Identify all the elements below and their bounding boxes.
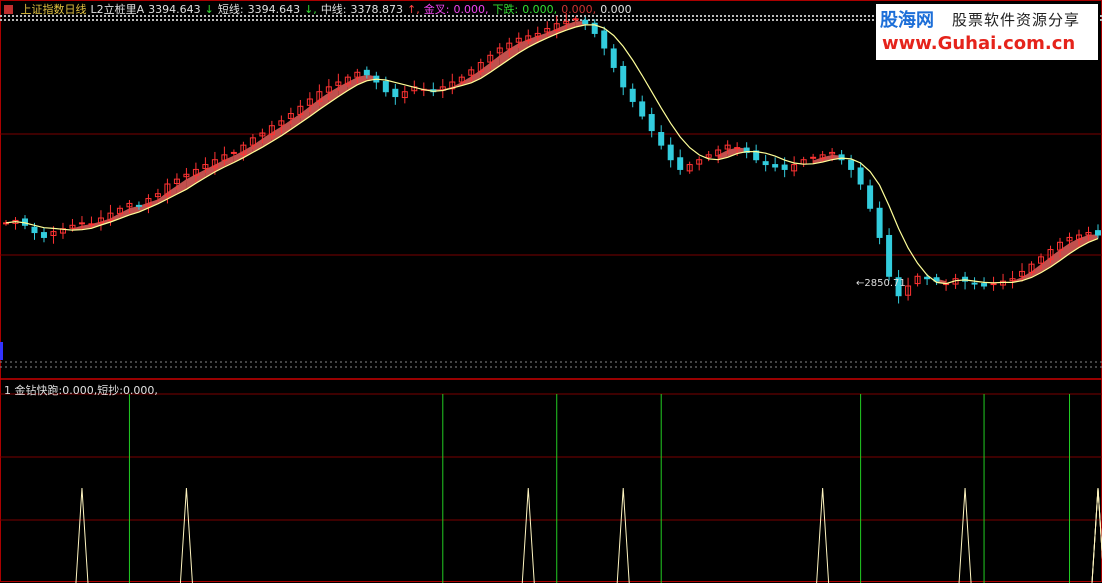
header-item: 3394.643 [247,3,301,16]
candle-body [135,204,142,207]
candle-body [658,132,665,146]
moving-average-line [5,24,1099,285]
candle-body [876,207,883,238]
candle-body [363,69,370,76]
candle-body [648,114,655,132]
candle-body [382,81,389,93]
candle-body [848,159,855,170]
chart-canvas[interactable] [0,0,1102,583]
candle-body [601,30,608,49]
signal-spike [179,487,193,583]
header-item: 下跌: [492,3,519,16]
header-item: 3394.643 [148,3,201,16]
site-slogan: 股票软件资源分享 [952,11,1081,29]
candle-body [924,276,931,280]
candle-body [857,167,864,185]
candle-body [610,48,617,68]
trend-fill [195,169,206,184]
candle-body [620,65,627,88]
indicator-item: 金钻快跑: [14,384,63,397]
header-item: 3378.873 [350,3,404,16]
header-item: L2立桩里A [90,3,145,16]
candle-body [990,283,997,286]
indicator-index: 1 [4,384,11,397]
indicator-header: 1 金钻快跑:0.000,短抄:0.000, [4,382,158,398]
red-square-icon[interactable] [4,5,13,14]
header-item: 上证指数日线 [20,3,87,16]
candle-body [40,232,47,238]
scroll-marker [0,342,3,360]
watermark-logo: 股海网 股票软件资源分享 www.Guhai.com.cn [876,4,1098,60]
trend-fill [148,199,158,208]
candle-body [667,144,674,161]
signal-spike [816,487,830,583]
candle-body [762,161,769,166]
header-item: 0.000, [453,3,489,16]
trend-fill [328,86,339,104]
candle-body [971,282,978,285]
candle-body [392,88,399,98]
signal-spike [75,487,89,583]
candle-body [1095,230,1101,236]
low-price-label: ←2850.71 [856,278,906,289]
trend-fill [537,32,548,43]
site-name: 股海网 [880,10,934,31]
candle-body [629,88,636,102]
candle-body [572,18,579,21]
header-item: ↓, [304,3,317,16]
header-item: 金叉: [423,3,450,16]
indicator-item: 0.000, [122,384,158,397]
trend-fill [243,145,253,158]
candle-body [734,147,741,150]
candle-body [582,19,589,25]
header-item: 0.000, [522,3,558,16]
candle-body [639,101,646,117]
trend-fill [281,120,291,136]
chart-border [0,0,1102,582]
header-item: 0.000, [561,3,597,16]
candle-body [781,164,788,170]
header-item: 0.000 [600,3,632,16]
candle-body [78,222,85,225]
candle-body [772,164,779,168]
indicator-item: 0.000, [62,384,98,397]
candle-body [981,283,988,287]
trend-fill [1079,235,1089,248]
stock-chart-window: 上证指数日线 L2立桩里A 3394.643 ↓ 短线: 3394.643 ↓, 中线: 337… [0,0,1102,583]
header-item: 中线: [320,3,347,16]
trend-fill [528,35,538,48]
candle-body [88,223,95,226]
header-item: ↓ [204,3,214,16]
candle-body [867,185,874,209]
candle-body [810,156,817,159]
candle-body [230,151,237,154]
signal-spike [958,487,972,583]
trend-fill [1060,243,1070,261]
site-url: www.Guhai.com.cn [882,33,1076,54]
indicator-item: 短抄: [97,384,123,397]
signal-spike [1091,487,1102,583]
candle-body [677,157,684,170]
header-item: 短线: [217,3,244,16]
candle-body [886,234,893,277]
candle-body [31,226,38,234]
header-item: ↑, [407,3,420,16]
trend-fill [138,202,149,213]
main-chart-header: 上证指数日线 L2立桩里A 3394.643 ↓ 短线: 3394.643 ↓, 中线: 337… [4,1,640,16]
signal-spike [616,487,630,583]
trend-fill [290,113,301,130]
signal-spike [521,487,535,583]
trend-fill [509,43,519,60]
